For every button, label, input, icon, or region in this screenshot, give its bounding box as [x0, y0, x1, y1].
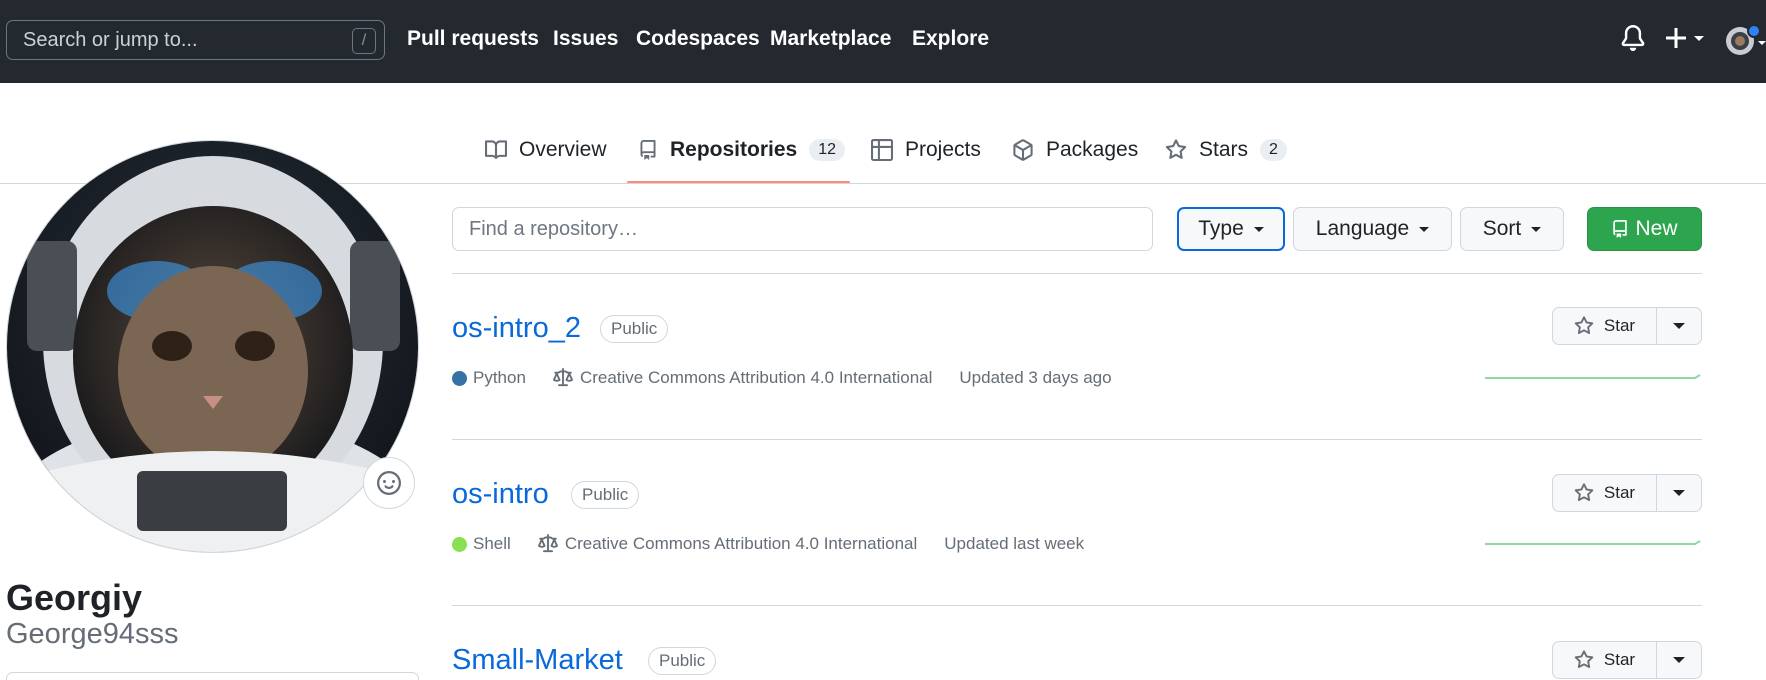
- new-repository-button[interactable]: New: [1587, 207, 1702, 251]
- global-search-input[interactable]: Search or jump to... /: [6, 20, 385, 60]
- nav-issues[interactable]: Issues: [553, 27, 618, 51]
- global-header: Search or jump to... / Pull requests Iss…: [0, 0, 1766, 83]
- star-list-dropdown[interactable]: [1657, 308, 1701, 344]
- language-filter-dropdown[interactable]: Language: [1293, 207, 1452, 251]
- star-icon: [1165, 139, 1187, 159]
- repo-link-small-market[interactable]: Small-Market: [452, 644, 623, 677]
- visibility-badge: Public: [648, 647, 717, 675]
- repo-updated: Updated last week: [944, 534, 1085, 553]
- set-status-button[interactable]: [363, 457, 415, 509]
- star-icon: [1574, 316, 1594, 335]
- sort-dropdown[interactable]: Sort: [1460, 207, 1564, 251]
- nav-marketplace[interactable]: Marketplace: [770, 27, 891, 51]
- visibility-badge: Public: [600, 315, 669, 343]
- tab-packages-label: Packages: [1046, 138, 1139, 161]
- stars-count-badge: 2: [1260, 139, 1287, 161]
- star-label: Star: [1603, 316, 1636, 335]
- repo-language: Shell: [473, 534, 511, 553]
- repo-link-os-intro-2[interactable]: os-intro_2: [452, 312, 581, 345]
- smiley-icon: [377, 471, 401, 495]
- tab-packages[interactable]: Packages: [1012, 134, 1138, 166]
- tab-repositories[interactable]: Repositories 12: [638, 134, 845, 166]
- type-filter-dropdown[interactable]: Type: [1177, 207, 1285, 251]
- caret-down-icon: [1253, 226, 1264, 232]
- edit-profile-button[interactable]: [6, 672, 419, 680]
- package-icon: [1013, 139, 1033, 161]
- nav-pull-requests[interactable]: Pull requests: [407, 27, 539, 51]
- law-icon: [552, 368, 573, 387]
- profile-avatar[interactable]: [6, 140, 419, 553]
- tab-stars-label: Stars: [1199, 138, 1249, 161]
- repository-search-placeholder: Find a repository…: [469, 218, 638, 240]
- repo-icon: [1613, 220, 1628, 238]
- tab-projects-label: Projects: [905, 138, 981, 161]
- caret-down-icon: [1673, 490, 1685, 496]
- law-icon: [537, 534, 558, 553]
- star-button[interactable]: Star: [1553, 308, 1657, 344]
- nav-explore[interactable]: Explore: [912, 27, 989, 51]
- nav-codespaces[interactable]: Codespaces: [636, 27, 760, 51]
- star-list-dropdown[interactable]: [1657, 642, 1701, 678]
- repo-license: Creative Commons Attribution 4.0 Interna…: [579, 368, 933, 387]
- repository-search-input[interactable]: Find a repository…: [452, 207, 1153, 251]
- visibility-badge: Public: [571, 481, 640, 509]
- star-list-dropdown[interactable]: [1657, 475, 1701, 511]
- activity-sparkline: [1485, 374, 1701, 379]
- language-filter-label: Language: [1315, 217, 1410, 240]
- repo-language: Python: [473, 368, 526, 387]
- star-button[interactable]: Star: [1553, 475, 1657, 511]
- star-button[interactable]: Star: [1553, 642, 1657, 678]
- type-filter-label: Type: [1198, 217, 1244, 240]
- repo-link-os-intro[interactable]: os-intro: [452, 478, 549, 511]
- table-icon: [871, 139, 893, 161]
- search-shortcut-key: /: [352, 28, 376, 54]
- tab-repositories-label: Repositories: [670, 138, 798, 161]
- tab-overview-label: Overview: [519, 138, 607, 161]
- tab-overview[interactable]: Overview: [485, 134, 607, 166]
- caret-down-icon: [1531, 226, 1542, 232]
- profile-full-name: Georgiy: [6, 577, 143, 618]
- sort-label: Sort: [1482, 217, 1522, 240]
- star-button-group: Star: [1552, 474, 1702, 512]
- repo-meta: Python Creative Commons Attribution 4.0 …: [452, 368, 1112, 388]
- star-icon: [1574, 483, 1594, 502]
- star-button-group: Star: [1552, 307, 1702, 345]
- repo-icon: [640, 140, 656, 160]
- tab-projects[interactable]: Projects: [871, 134, 981, 166]
- caret-down-icon: [1673, 657, 1685, 663]
- bell-icon[interactable]: [1620, 24, 1646, 57]
- repositories-count-badge: 12: [809, 139, 845, 161]
- list-divider: [452, 605, 1702, 606]
- star-icon: [1574, 650, 1594, 669]
- list-divider: [452, 439, 1702, 440]
- user-avatar-menu[interactable]: [1726, 24, 1766, 63]
- list-divider: [452, 273, 1702, 274]
- profile-username: George94sss: [6, 618, 179, 650]
- caret-down-icon: [1419, 226, 1430, 232]
- star-label: Star: [1603, 650, 1636, 669]
- global-search-placeholder: Search or jump to...: [23, 29, 198, 51]
- language-color-dot: [452, 536, 467, 552]
- new-repository-label: New: [1635, 217, 1678, 240]
- book-icon: [485, 140, 507, 159]
- star-button-group: Star: [1552, 641, 1702, 679]
- language-color-dot: [452, 370, 467, 386]
- star-label: Star: [1603, 483, 1636, 502]
- repo-meta: Shell Creative Commons Attribution 4.0 I…: [452, 534, 1084, 554]
- repo-updated: Updated 3 days ago: [959, 368, 1112, 387]
- caret-down-icon: [1673, 323, 1685, 329]
- tab-stars[interactable]: Stars 2: [1165, 134, 1287, 166]
- create-new-plus-icon[interactable]: [1665, 24, 1705, 57]
- repo-license: Creative Commons Attribution 4.0 Interna…: [564, 534, 918, 553]
- activity-sparkline: [1485, 540, 1701, 545]
